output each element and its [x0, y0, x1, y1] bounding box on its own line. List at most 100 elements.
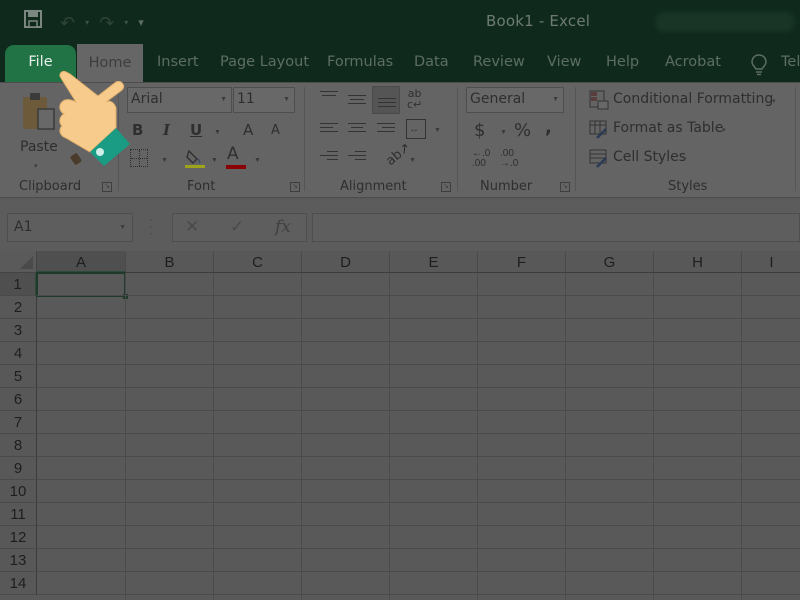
font-color-dropdown-icon[interactable]: ▼ [254, 157, 261, 164]
formula-input[interactable] [312, 213, 800, 242]
tab-formulas[interactable]: Formulas [327, 43, 393, 82]
tab-page-layout[interactable]: Page Layout [220, 43, 309, 82]
column-header-i[interactable]: I [742, 251, 800, 273]
underline-dropdown-icon[interactable]: ▼ [214, 129, 221, 136]
name-box[interactable]: A1 ▼ [7, 213, 133, 242]
shrink-font-button[interactable]: A [271, 123, 280, 138]
align-center-button[interactable] [348, 123, 366, 137]
font-launcher-icon[interactable]: ↘ [290, 182, 300, 192]
row-header-8[interactable]: 8 [0, 434, 37, 457]
column-header-e[interactable]: E [390, 251, 478, 273]
currency-dropdown-icon[interactable]: ▼ [500, 129, 507, 136]
decrease-decimal-button[interactable]: .00 →.0 [500, 149, 518, 169]
row-header-13[interactable]: 13 [0, 549, 37, 572]
bold-button[interactable]: B [132, 121, 143, 139]
enter-icon[interactable]: ✓ [230, 217, 244, 237]
fill-color-dropdown-icon[interactable]: ▼ [211, 157, 218, 164]
save-icon[interactable] [24, 10, 42, 35]
redo-icon[interactable]: ↷ [99, 12, 114, 34]
merge-center-button[interactable]: ↔ [406, 119, 426, 139]
row-header-6[interactable]: 6 [0, 388, 37, 411]
alignment-launcher-icon[interactable]: ↘ [441, 182, 451, 192]
paste-button[interactable]: Paste ▾ [16, 89, 60, 170]
underline-button[interactable]: U [190, 121, 202, 139]
row-header-1[interactable]: 1 [0, 273, 37, 296]
format-as-table-button[interactable]: Format as Table ▾ [589, 118, 739, 140]
number-format-select[interactable]: General ▼ [466, 87, 564, 113]
column-header-b[interactable]: B [126, 251, 214, 273]
account-area-blurred[interactable] [655, 12, 795, 32]
tab-acrobat[interactable]: Acrobat [665, 43, 721, 82]
font-color-button[interactable]: A [225, 144, 247, 170]
formula-bar-resize-handle[interactable]: · · · [149, 213, 153, 239]
tab-data[interactable]: Data [414, 43, 449, 82]
italic-button[interactable]: I [163, 121, 170, 139]
column-header-h[interactable]: H [654, 251, 742, 273]
number-launcher-icon[interactable]: ↘ [560, 182, 570, 192]
tab-help[interactable]: Help [606, 43, 639, 82]
increase-decimal-button[interactable]: ←.0 .00 [472, 149, 490, 169]
cells-area[interactable] [36, 272, 800, 600]
row-header-14[interactable]: 14 [0, 572, 37, 595]
row-header-4[interactable]: 4 [0, 342, 37, 365]
paste-dropdown-icon[interactable]: ▾ [34, 162, 38, 170]
bottom-align-button[interactable] [372, 86, 400, 114]
formula-buttons: ✕ ✓ fx [172, 213, 307, 242]
redo-dropdown-icon[interactable]: ▾ [124, 18, 128, 27]
tab-review[interactable]: Review [473, 43, 525, 82]
top-align-button[interactable] [320, 91, 338, 105]
undo-dropdown-icon[interactable]: ▾ [85, 18, 89, 27]
row-header-3[interactable]: 3 [0, 319, 37, 342]
merge-dropdown-icon[interactable]: ▼ [434, 127, 441, 134]
currency-button[interactable]: $ [474, 120, 485, 141]
align-left-button[interactable] [320, 123, 338, 137]
grow-font-button[interactable]: A [243, 121, 253, 139]
undo-icon[interactable]: ↶ [60, 12, 75, 34]
lightbulb-icon[interactable] [750, 53, 768, 76]
fill-color-button[interactable] [184, 147, 206, 169]
percent-button[interactable]: % [514, 120, 531, 141]
row-header-9[interactable]: 9 [0, 457, 37, 480]
borders-button[interactable] [130, 149, 148, 167]
middle-align-button[interactable] [348, 95, 366, 109]
align-right-button[interactable] [377, 123, 395, 137]
active-cell-a1[interactable] [36, 272, 128, 299]
row-header-5[interactable]: 5 [0, 365, 37, 388]
font-name-value: Arial [131, 91, 163, 107]
column-header-g[interactable]: G [566, 251, 654, 273]
insert-function-button[interactable]: fx [275, 217, 291, 237]
tab-insert[interactable]: Insert [157, 43, 199, 82]
column-header-f[interactable]: F [478, 251, 566, 273]
comma-style-button[interactable]: , [545, 117, 552, 138]
row-header-2[interactable]: 2 [0, 296, 37, 319]
wrap-text-button[interactable]: ab c↵ [407, 88, 422, 110]
font-size-select[interactable]: 11 ▼ [233, 87, 295, 113]
font-name-select[interactable]: Arial ▼ [127, 87, 232, 113]
cell-styles-button[interactable]: Cell Styles ▾ [589, 147, 699, 169]
conditional-formatting-button[interactable]: Conditional Formatting ▾ [589, 89, 784, 111]
tab-view[interactable]: View [547, 43, 581, 82]
row-header-11[interactable]: 11 [0, 503, 37, 526]
row-header-12[interactable]: 12 [0, 526, 37, 549]
row-header-10[interactable]: 10 [0, 480, 37, 503]
tab-file[interactable]: File [5, 45, 76, 82]
orientation-button[interactable]: ab↗ [383, 140, 413, 169]
row-header-7[interactable]: 7 [0, 411, 37, 434]
borders-dropdown-icon[interactable]: ▼ [161, 157, 168, 164]
cell-styles-label: Cell Styles [613, 149, 687, 165]
select-all-button[interactable] [0, 251, 37, 273]
increase-indent-button[interactable] [348, 151, 366, 165]
cancel-icon[interactable]: ✕ [185, 217, 199, 237]
decrease-indent-button[interactable] [320, 151, 338, 165]
tab-tell-me[interactable]: Tel [781, 43, 800, 82]
tab-home[interactable]: Home [77, 44, 143, 82]
column-header-d[interactable]: D [302, 251, 390, 273]
font-group-label: Font [187, 179, 216, 194]
column-header-a[interactable]: A [37, 251, 126, 273]
gridline-horizontal [37, 387, 800, 388]
clipboard-launcher-icon[interactable]: ↘ [102, 182, 112, 192]
orientation-dropdown-icon[interactable]: ▼ [409, 157, 416, 164]
customize-qat-icon[interactable]: ▾ [138, 12, 144, 34]
column-header-c[interactable]: C [214, 251, 302, 273]
gridline-vertical [565, 273, 566, 600]
